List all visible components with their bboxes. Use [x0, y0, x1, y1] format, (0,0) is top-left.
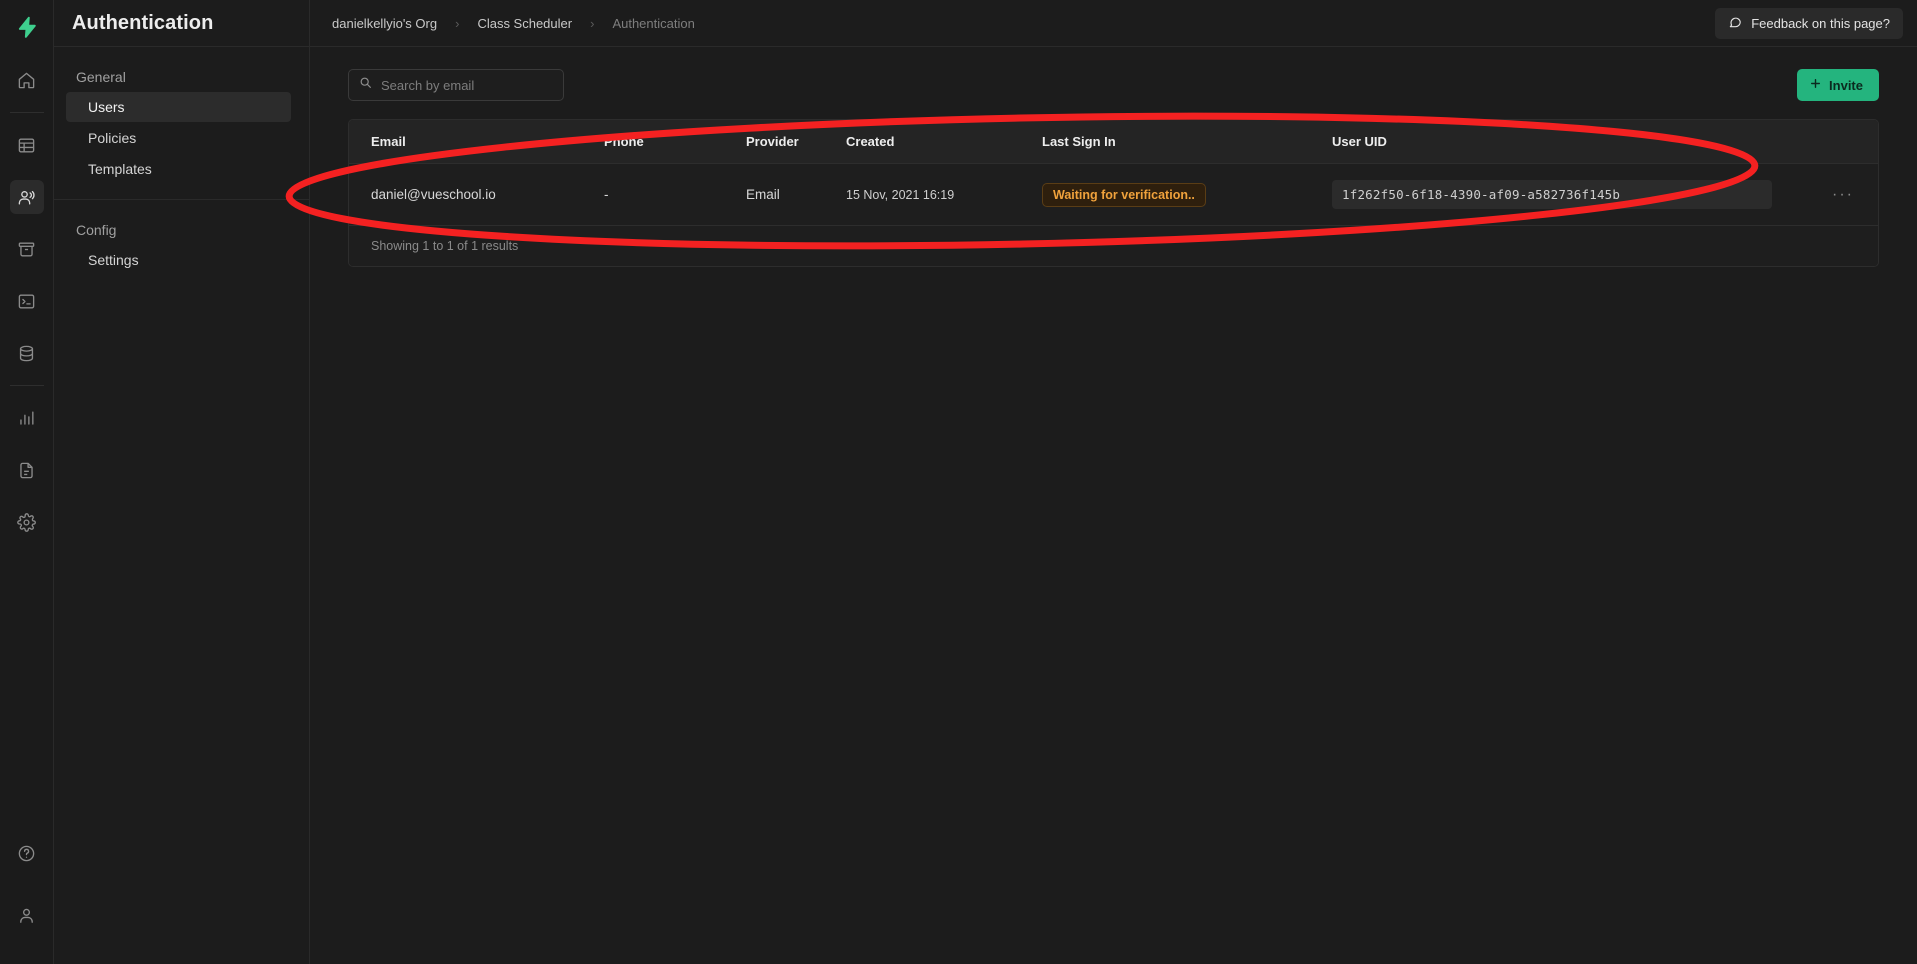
chevron-right-icon: ›: [455, 15, 460, 31]
main-column: danielkellyio's Org › Class Scheduler › …: [310, 0, 1917, 964]
users-toolbar: Invite: [348, 69, 1879, 101]
table-row[interactable]: daniel@vueschool.io - Email 15 Nov, 2021…: [349, 163, 1878, 226]
sidebar-section-config: Config Settings: [54, 199, 309, 290]
chevron-right-icon-2: ›: [590, 15, 595, 31]
sidebar-section-label: General: [76, 69, 126, 85]
rail-divider: [9, 112, 44, 113]
search-input[interactable]: [381, 77, 557, 93]
plus-icon: [1809, 77, 1822, 93]
primary-nav-rail: [0, 0, 54, 964]
status-badge: Waiting for verification..: [1042, 182, 1206, 207]
users-table-head: Email Phone Provider Created Last Sign I…: [349, 120, 1878, 164]
users-icon[interactable]: [9, 180, 44, 214]
account-icon[interactable]: [10, 898, 44, 932]
storage-icon[interactable]: [10, 232, 44, 266]
cell-created: 15 Nov, 2021 16:19: [846, 163, 1042, 226]
sidebar-item-templates[interactable]: Templates: [66, 154, 291, 184]
cell-provider: Email: [746, 163, 846, 226]
page-title: Authentication: [72, 11, 214, 34]
invite-button[interactable]: Invite: [1797, 69, 1879, 101]
table-icon[interactable]: [10, 128, 44, 162]
cell-user-uid: 1f262f50-6f18-4390-af09-a582736f145b: [1332, 163, 1782, 226]
users-table-body: daniel@vueschool.io - Email 15 Nov, 2021…: [349, 163, 1878, 226]
users-table: Email Phone Provider Created Last Sign I…: [349, 120, 1878, 226]
sidebar-item-policies[interactable]: Policies: [66, 123, 291, 153]
results-count: Showing 1 to 1 of 1 results: [349, 226, 1878, 266]
sidebar-header: Authentication: [54, 0, 309, 47]
cell-last-sign-in: Waiting for verification..: [1042, 163, 1332, 226]
invite-button-label: Invite: [1829, 77, 1863, 93]
help-icon[interactable]: [10, 836, 44, 870]
column-header-created[interactable]: Created: [846, 120, 1042, 164]
rail-divider-2: [9, 385, 44, 386]
sql-icon[interactable]: [10, 284, 44, 318]
breadcrumb-project[interactable]: Class Scheduler: [477, 16, 572, 31]
breadcrumb-org[interactable]: danielkellyio's Org: [332, 16, 437, 31]
feedback-button-label: Feedback on this page?: [1751, 15, 1890, 31]
column-header-last-sign-in[interactable]: Last Sign In: [1042, 120, 1332, 164]
database-icon[interactable]: [10, 336, 44, 370]
users-table-card: Email Phone Provider Created Last Sign I…: [348, 119, 1879, 267]
rail-group-bottom: [10, 822, 44, 964]
column-header-provider[interactable]: Provider: [746, 120, 846, 164]
cell-phone: -: [604, 163, 746, 226]
user-uid-code[interactable]: 1f262f50-6f18-4390-af09-a582736f145b: [1332, 180, 1772, 209]
cell-email: daniel@vueschool.io: [349, 163, 604, 226]
sidebar-section-general: General Users Policies Templates: [54, 47, 309, 199]
home-icon[interactable]: [10, 63, 44, 97]
search-icon: [359, 76, 372, 94]
reports-icon[interactable]: [10, 401, 44, 435]
chat-bubble-icon: [1728, 15, 1742, 32]
sidebar-section-label-config: Config: [76, 222, 117, 238]
column-header-email[interactable]: Email: [349, 120, 604, 164]
sidebar-item-settings[interactable]: Settings: [66, 245, 291, 275]
rail-group-top: [0, 54, 53, 548]
table-header-row: Email Phone Provider Created Last Sign I…: [349, 120, 1878, 164]
column-header-actions: [1782, 120, 1878, 164]
settings-icon[interactable]: [10, 505, 44, 539]
search-box[interactable]: [348, 69, 564, 101]
app-root: Authentication General Users Policies Te…: [0, 0, 1917, 964]
secondary-sidebar: Authentication General Users Policies Te…: [54, 0, 310, 964]
breadcrumb-current: Authentication: [612, 15, 695, 31]
content-area: Invite Email Phone Provider Created Last…: [310, 47, 1917, 964]
column-header-phone[interactable]: Phone: [604, 120, 746, 164]
breadcrumb: danielkellyio's Org › Class Scheduler › …: [332, 16, 695, 31]
docs-icon[interactable]: [10, 453, 44, 487]
feedback-button[interactable]: Feedback on this page?: [1715, 7, 1903, 39]
top-bar: danielkellyio's Org › Class Scheduler › …: [310, 0, 1917, 47]
column-header-user-uid[interactable]: User UID: [1332, 120, 1782, 164]
supabase-logo[interactable]: [0, 0, 54, 54]
row-actions-button[interactable]: ···: [1782, 163, 1878, 226]
sidebar-item-users[interactable]: Users: [66, 92, 291, 122]
